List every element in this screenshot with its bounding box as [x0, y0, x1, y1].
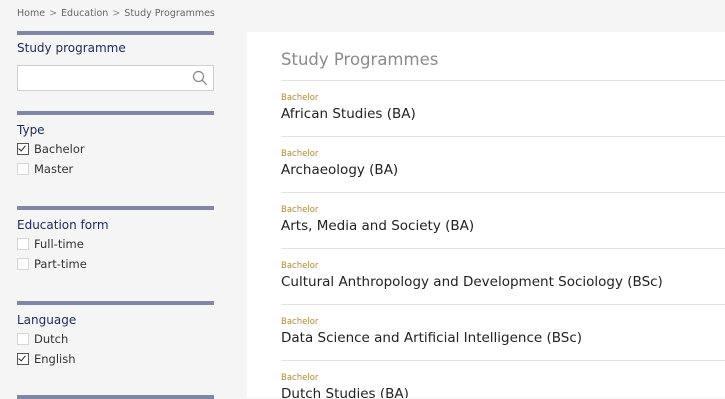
facet-divider: [17, 31, 214, 35]
breadcrumb-separator: >: [112, 8, 121, 19]
facet-title: Language: [17, 313, 77, 327]
breadcrumb: Home > Education > Study Programmes: [17, 8, 215, 19]
facet-divider: [17, 206, 214, 210]
facet-education-form: Education form Full-time Part-time: [17, 206, 214, 274]
filter-option-part-time[interactable]: Part-time: [17, 254, 214, 274]
search-icon[interactable]: [192, 70, 208, 86]
facet-divider: [17, 301, 214, 305]
breadcrumb-education[interactable]: Education: [61, 8, 108, 19]
search-input[interactable]: [18, 66, 190, 89]
programme-link[interactable]: Archaeology (BA): [281, 162, 398, 178]
option-label: Master: [34, 162, 74, 176]
checkbox[interactable]: [17, 333, 29, 345]
option-label: Bachelor: [34, 142, 85, 156]
programme-link[interactable]: Cultural Anthropology and Development So…: [281, 274, 663, 290]
page-title: Study Programmes: [281, 50, 439, 69]
facet-type: Type Bachelor Master: [17, 111, 214, 179]
programme-item[interactable]: Bachelor African Studies (BA): [281, 81, 725, 137]
facet-title: Type: [17, 123, 45, 137]
programme-level: Bachelor: [281, 261, 319, 271]
programme-item[interactable]: Bachelor Dutch Studies (BA): [281, 361, 725, 398]
filter-option-master[interactable]: Master: [17, 159, 214, 179]
option-label: Part-time: [34, 257, 87, 271]
programme-level: Bachelor: [281, 149, 319, 159]
results-panel: Study Programmes Bachelor African Studie…: [247, 32, 725, 398]
checkbox[interactable]: [17, 353, 29, 365]
programme-item[interactable]: Bachelor Cultural Anthropology and Devel…: [281, 249, 725, 305]
option-label: English: [34, 352, 76, 366]
programme-level: Bachelor: [281, 373, 319, 383]
programme-item[interactable]: Bachelor Archaeology (BA): [281, 137, 725, 193]
option-label: Full-time: [34, 237, 84, 251]
programme-list: Bachelor African Studies (BA) Bachelor A…: [281, 81, 725, 398]
facet-title: Education form: [17, 218, 109, 232]
breadcrumb-separator: >: [49, 8, 58, 19]
facet-next: [17, 395, 214, 399]
filter-option-bachelor[interactable]: Bachelor: [17, 139, 214, 159]
programme-link[interactable]: African Studies (BA): [281, 106, 416, 122]
breadcrumb-current: Study Programmes: [124, 8, 215, 19]
checkbox[interactable]: [17, 238, 29, 250]
programme-item[interactable]: Bachelor Data Science and Artificial Int…: [281, 305, 725, 361]
facet-divider: [17, 395, 214, 399]
facet-divider: [17, 111, 214, 115]
search-field[interactable]: [17, 65, 214, 91]
facet-title: Study programme: [17, 41, 126, 55]
programme-level: Bachelor: [281, 317, 319, 327]
option-label: Dutch: [34, 332, 69, 346]
checkbox[interactable]: [17, 143, 29, 155]
checkbox[interactable]: [17, 258, 29, 270]
filter-option-english[interactable]: English: [17, 349, 214, 369]
programme-level: Bachelor: [281, 93, 319, 103]
facet-language: Language Dutch English: [17, 301, 214, 369]
programme-item[interactable]: Bachelor Arts, Media and Society (BA): [281, 193, 725, 249]
programme-link[interactable]: Arts, Media and Society (BA): [281, 218, 474, 234]
filter-option-full-time[interactable]: Full-time: [17, 234, 214, 254]
facet-study-programme: Study programme: [17, 31, 214, 91]
programme-link[interactable]: Dutch Studies (BA): [281, 386, 409, 398]
programme-level: Bachelor: [281, 205, 319, 215]
checkbox[interactable]: [17, 163, 29, 175]
programme-link[interactable]: Data Science and Artificial Intelligence…: [281, 330, 582, 346]
breadcrumb-home[interactable]: Home: [17, 8, 45, 19]
filter-option-dutch[interactable]: Dutch: [17, 329, 214, 349]
